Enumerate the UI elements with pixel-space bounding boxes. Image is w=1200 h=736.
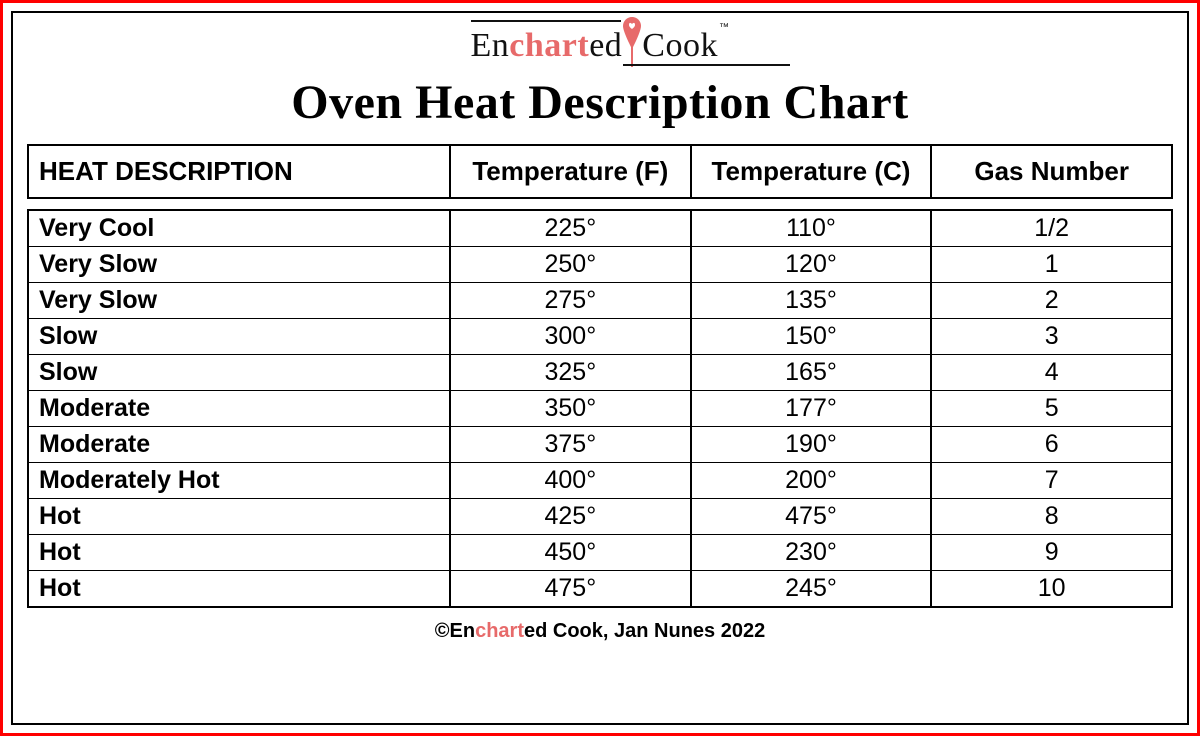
cell-temp-f: 350° [451,391,692,427]
col-header-temp-f: Temperature (F) [451,144,692,199]
logo-text: Encharted Cook™ [471,23,730,63]
cell-temp-c: 245° [692,571,933,608]
col-header-description: HEAT DESCRIPTION [27,144,451,199]
cell-gas: 4 [932,355,1173,391]
cell-temp-c: 120° [692,247,933,283]
cell-temp-c: 200° [692,463,933,499]
cell-gas: 6 [932,427,1173,463]
footer-chart: chart [475,620,524,642]
cell-gas: 1/2 [932,209,1173,247]
cell-desc: Slow [27,355,451,391]
cell-gas: 1 [932,247,1173,283]
cell-temp-c: 150° [692,319,933,355]
cell-gas: 9 [932,535,1173,571]
cell-gas: 8 [932,499,1173,535]
table-row: Hot 450° 230° 9 [27,535,1173,571]
cell-temp-c: 230° [692,535,933,571]
table-row: Slow 300° 150° 3 [27,319,1173,355]
col-header-gas: Gas Number [932,144,1173,199]
cell-desc: Hot [27,499,451,535]
cell-temp-f: 375° [451,427,692,463]
map-pin-icon [623,23,641,67]
cell-gas: 10 [932,571,1173,608]
logo-rule-bottom [623,64,790,66]
logo-part-en: En [471,27,510,64]
cell-temp-f: 425° [451,499,692,535]
cell-temp-c: 135° [692,283,933,319]
cell-desc: Very Slow [27,247,451,283]
cell-temp-f: 475° [451,571,692,608]
cell-desc: Hot [27,571,451,608]
footer-suffix: ed Cook, Jan Nunes 2022 [524,620,765,642]
cell-desc: Moderate [27,427,451,463]
cell-desc: Slow [27,319,451,355]
cell-temp-c: 110° [692,209,933,247]
footer-prefix: ©En [435,620,475,642]
cell-gas: 5 [932,391,1173,427]
table-body: Very Cool 225° 110° 1/2 Very Slow 250° 1… [27,209,1173,608]
table-row: Very Slow 275° 135° 2 [27,283,1173,319]
logo-part-chart: chart [509,27,589,64]
cell-temp-c: 177° [692,391,933,427]
copyright-footer: ©Encharted Cook, Jan Nunes 2022 [435,620,765,643]
table-row: Hot 425° 475° 8 [27,499,1173,535]
cell-desc: Very Slow [27,283,451,319]
logo-tm: ™ [719,22,730,33]
page-title: Oven Heat Description Chart [291,75,908,130]
cell-temp-c: 475° [692,499,933,535]
table-row: Hot 475° 245° 10 [27,571,1173,608]
cell-gas: 2 [932,283,1173,319]
table-row: Slow 325° 165° 4 [27,355,1173,391]
cell-desc: Very Cool [27,209,451,247]
cell-temp-f: 250° [451,247,692,283]
cell-desc: Moderate [27,391,451,427]
table-row: Moderate 375° 190° 6 [27,427,1173,463]
outer-frame: Encharted Cook™ Oven Heat Description Ch… [0,0,1200,736]
logo-part-ed: ed [589,27,622,64]
cell-temp-c: 190° [692,427,933,463]
cell-temp-f: 300° [451,319,692,355]
cell-temp-c: 165° [692,355,933,391]
cell-desc: Hot [27,535,451,571]
cell-gas: 7 [932,463,1173,499]
oven-heat-table: HEAT DESCRIPTION Temperature (F) Tempera… [27,144,1173,608]
cell-temp-f: 400° [451,463,692,499]
table-header: HEAT DESCRIPTION Temperature (F) Tempera… [27,144,1173,199]
table-row: Very Cool 225° 110° 1/2 [27,209,1173,247]
table-row: Moderately Hot 400° 200° 7 [27,463,1173,499]
logo-part-cook: Cook [642,27,718,64]
cell-temp-f: 325° [451,355,692,391]
logo-rule-top [471,20,621,22]
cell-gas: 3 [932,319,1173,355]
table-row: Very Slow 250° 120° 1 [27,247,1173,283]
cell-temp-f: 275° [451,283,692,319]
brand-logo: Encharted Cook™ [471,23,730,63]
table-row: Moderate 350° 177° 5 [27,391,1173,427]
cell-desc: Moderately Hot [27,463,451,499]
col-header-temp-c: Temperature (C) [692,144,933,199]
cell-temp-f: 225° [451,209,692,247]
inner-frame: Encharted Cook™ Oven Heat Description Ch… [11,11,1189,725]
cell-temp-f: 450° [451,535,692,571]
